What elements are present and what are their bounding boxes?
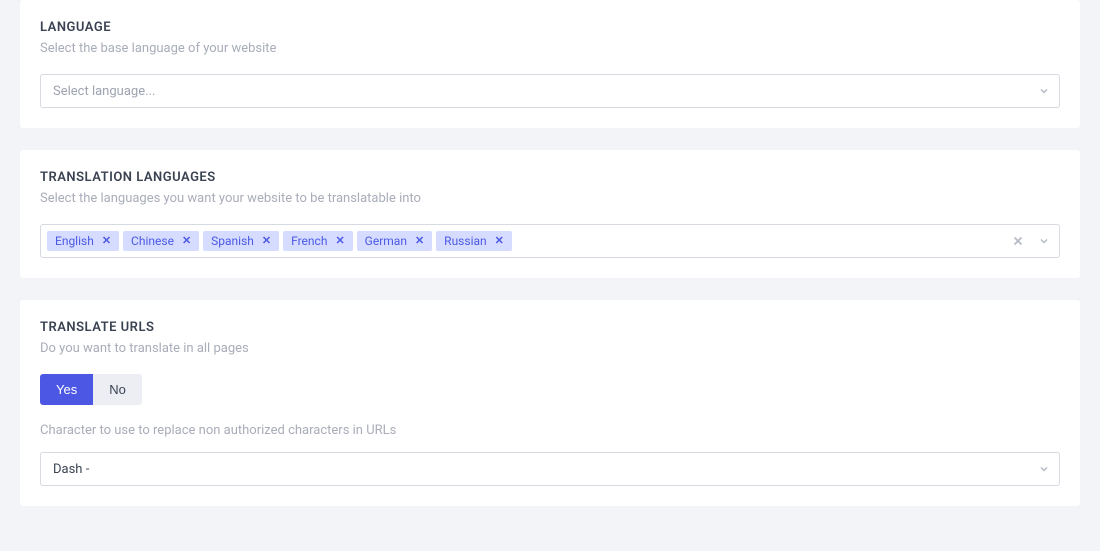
language-select[interactable]: Select language... <box>40 74 1060 108</box>
language-tag: Russian ✕ <box>436 231 512 251</box>
language-tag-label: English <box>55 233 94 249</box>
remove-tag-icon[interactable]: ✕ <box>260 233 273 249</box>
translation-card: TRANSLATION LANGUAGES Select the languag… <box>20 150 1080 278</box>
language-tag: English ✕ <box>47 231 119 251</box>
translation-multi-select[interactable]: English✕Chinese✕Spanish✕French✕German✕Ru… <box>40 224 1060 258</box>
language-tag: German ✕ <box>357 231 433 251</box>
url-char-select[interactable]: Dash - <box>40 452 1060 486</box>
language-tag: French ✕ <box>283 231 353 251</box>
remove-tag-icon[interactable]: ✕ <box>180 233 193 249</box>
translation-title: TRANSLATION LANGUAGES <box>40 170 1060 185</box>
language-tag-label: French <box>291 233 327 249</box>
translation-subtitle: Select the languages you want your websi… <box>40 191 1060 206</box>
remove-tag-icon[interactable]: ✕ <box>333 233 346 249</box>
urls-title: TRANSLATE URLS <box>40 320 1060 335</box>
urls-card: TRANSLATE URLS Do you want to translate … <box>20 300 1080 506</box>
remove-tag-icon[interactable]: ✕ <box>100 233 113 249</box>
language-tag-label: Chinese <box>131 233 174 249</box>
language-tag: Spanish ✕ <box>203 231 279 251</box>
translate-urls-toggle: Yes No <box>40 374 142 405</box>
language-tag-label: Russian <box>444 233 486 249</box>
language-select-placeholder: Select language... <box>53 84 155 99</box>
yes-button[interactable]: Yes <box>40 374 93 405</box>
url-char-value: Dash - <box>53 462 89 477</box>
remove-tag-icon[interactable]: ✕ <box>493 233 506 249</box>
clear-icon[interactable] <box>1011 234 1025 248</box>
remove-tag-icon[interactable]: ✕ <box>413 233 426 249</box>
chevron-down-icon[interactable] <box>1039 236 1049 246</box>
language-subtitle: Select the base language of your website <box>40 41 1060 56</box>
chevron-down-icon <box>1039 86 1049 96</box>
no-button[interactable]: No <box>93 374 142 405</box>
language-title: LANGUAGE <box>40 20 1060 35</box>
urls-subtitle: Do you want to translate in all pages <box>40 341 1060 356</box>
language-tag: Chinese ✕ <box>123 231 199 251</box>
url-char-label: Character to use to replace non authoriz… <box>40 423 1060 438</box>
language-card: LANGUAGE Select the base language of you… <box>20 0 1080 128</box>
language-tag-label: Spanish <box>211 233 254 249</box>
language-tag-label: German <box>365 233 407 249</box>
chevron-down-icon <box>1039 464 1049 474</box>
